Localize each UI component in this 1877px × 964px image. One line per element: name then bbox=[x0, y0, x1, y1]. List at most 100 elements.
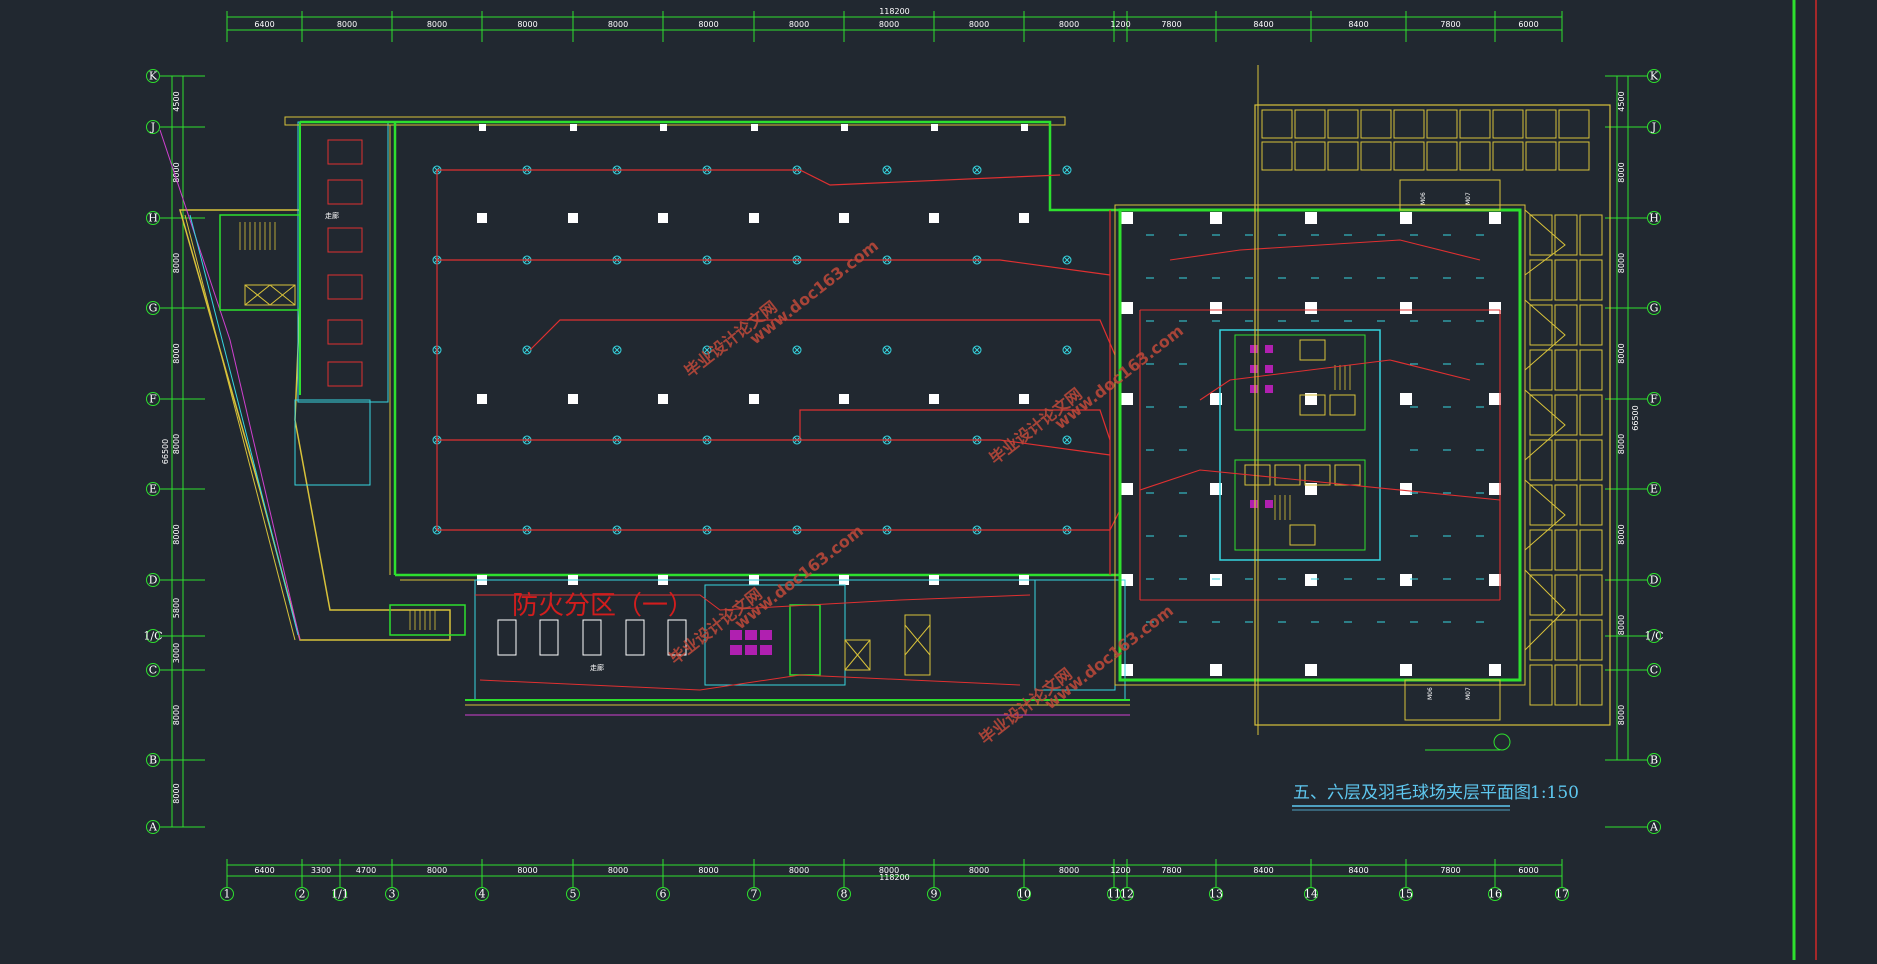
court-cell-side-8-1 bbox=[1554, 574, 1578, 616]
badminton-court-grid: M06 M07 M06 M07 bbox=[1254, 65, 1611, 751]
court-cell-top-1-6 bbox=[1459, 141, 1491, 171]
door-label-m07-bottom: M07 bbox=[1465, 687, 1472, 700]
court-cell-side-8-2 bbox=[1579, 574, 1603, 616]
court-cell-side-3-2 bbox=[1579, 349, 1603, 391]
court-cell-side-5-2 bbox=[1579, 439, 1603, 481]
court-cell-side-2-0 bbox=[1529, 304, 1553, 346]
bottom-dim-5: 8000 bbox=[608, 866, 628, 875]
axis-label-col-9: 9 bbox=[931, 888, 938, 901]
top-dim-7: 8000 bbox=[879, 20, 899, 29]
column-5-F bbox=[568, 394, 578, 404]
floor-plan-svg: 6400 8000 8000 8000 8000 8000 8000 8000 8000 8000… bbox=[143, 0, 1817, 960]
court-cell-top-0-7 bbox=[1492, 109, 1524, 139]
court-cell-top-0-4 bbox=[1393, 109, 1425, 139]
bottom-dim-1: 3300 bbox=[311, 866, 331, 875]
door-label-m07-top: M07 bbox=[1465, 192, 1472, 205]
right-total: 66500 bbox=[1631, 405, 1640, 430]
column-7-F bbox=[749, 394, 759, 404]
top-dim-15: 6000 bbox=[1518, 20, 1538, 29]
court-cell-top-0-9 bbox=[1558, 109, 1590, 139]
court-cell-top-0-5 bbox=[1426, 109, 1458, 139]
court-cell-side-5-1 bbox=[1554, 439, 1578, 481]
right-dim-2: 8000 bbox=[1617, 253, 1626, 273]
court-cell-top-1-4 bbox=[1393, 141, 1425, 171]
axis-label-row-G-right: G bbox=[1650, 302, 1659, 315]
column-e-12-H bbox=[1121, 212, 1133, 224]
axis-label-row-D-left: D bbox=[149, 574, 158, 587]
court-cell-side-0-2 bbox=[1579, 214, 1603, 256]
column-8-F bbox=[839, 394, 849, 404]
column-5-J bbox=[570, 124, 577, 131]
court-cell-side-2-2 bbox=[1579, 304, 1603, 346]
column-e-15-D bbox=[1400, 574, 1412, 586]
court-cell-top-0-0 bbox=[1261, 109, 1293, 139]
axis-label-col-8: 8 bbox=[841, 888, 848, 901]
court-cell-side-4-0 bbox=[1529, 394, 1553, 436]
court-cell-side-10-2 bbox=[1579, 664, 1603, 706]
right-dim-6: 8000 bbox=[1617, 615, 1626, 635]
axis-label-col-13: 13 bbox=[1209, 888, 1223, 901]
column-7-J bbox=[751, 124, 758, 131]
court-cell-side-10-0 bbox=[1529, 664, 1553, 706]
left-dim-2: 8000 bbox=[172, 253, 181, 273]
axis-label-col-11: 11 bbox=[1107, 888, 1121, 901]
right-dim-5: 8000 bbox=[1617, 524, 1626, 544]
column-e-13-G bbox=[1210, 302, 1222, 314]
axis-label-col-15: 15 bbox=[1399, 888, 1413, 901]
left-dim-9: 8000 bbox=[172, 783, 181, 803]
column-6-H bbox=[658, 213, 668, 223]
bottom-dim-16: 6000 bbox=[1518, 866, 1538, 875]
column-5-H bbox=[568, 213, 578, 223]
axis-label-col-10: 10 bbox=[1017, 888, 1031, 901]
column-e-16-G bbox=[1489, 302, 1501, 314]
court-cell-top-0-2 bbox=[1327, 109, 1359, 139]
top-dim-9: 8000 bbox=[1059, 20, 1079, 29]
bottom-dim-15: 7800 bbox=[1440, 866, 1460, 875]
axis-label-row-A-left: A bbox=[148, 821, 158, 834]
court-cell-top-1-0 bbox=[1261, 141, 1293, 171]
court-cell-side-9-1 bbox=[1554, 619, 1578, 661]
column-e-12-C bbox=[1121, 664, 1133, 676]
axis-label-col-6: 6 bbox=[660, 888, 667, 901]
column-e-13-C bbox=[1210, 664, 1222, 676]
bottom-total: 118200 bbox=[879, 873, 910, 882]
column-4-H bbox=[477, 213, 487, 223]
axis-label-col-17: 17 bbox=[1555, 888, 1569, 901]
column-9-H bbox=[929, 213, 939, 223]
court-cell-side-3-1 bbox=[1554, 349, 1578, 391]
left-dim-5: 8000 bbox=[172, 524, 181, 544]
court-cell-side-6-1 bbox=[1554, 484, 1578, 526]
court-cell-side-0-1 bbox=[1554, 214, 1578, 256]
axis-label-row-C-right: C bbox=[1650, 664, 1658, 677]
court-cell-top-1-2 bbox=[1327, 141, 1359, 171]
court-cell-top-0-6 bbox=[1459, 109, 1491, 139]
column-7-H bbox=[749, 213, 759, 223]
axis-label-row-D-right: D bbox=[1650, 574, 1659, 587]
dimension-lines: 6400 8000 8000 8000 8000 8000 8000 8000 8000 8000… bbox=[161, 7, 1640, 888]
column-4-F bbox=[477, 394, 487, 404]
right-dim-3: 8000 bbox=[1617, 343, 1626, 363]
axis-label-col-12: 12 bbox=[1120, 888, 1134, 901]
watermarks: 毕业设计论文网 www.doc163.com 毕业设计论文网 www.doc16… bbox=[666, 236, 1187, 748]
court-cell-side-1-2 bbox=[1579, 259, 1603, 301]
cad-drawing-canvas[interactable]: 6400 8000 8000 8000 8000 8000 8000 8000 8000 8000… bbox=[0, 0, 1877, 960]
court-cell-side-6-0 bbox=[1529, 484, 1553, 526]
drawing-scale: 1:150 bbox=[1530, 783, 1579, 803]
axis-label-col-7: 7 bbox=[751, 888, 758, 901]
top-dim-2: 8000 bbox=[427, 20, 447, 29]
axis-label-col-2: 2 bbox=[299, 888, 306, 901]
door-label-m06-bottom: M06 bbox=[1427, 687, 1434, 700]
column-e-13-H bbox=[1210, 212, 1222, 224]
left-dim-3: 8000 bbox=[172, 343, 181, 363]
axis-label-row-H-left: H bbox=[148, 212, 158, 225]
bottom-dim-10: 8000 bbox=[1059, 866, 1079, 875]
court-cell-side-6-2 bbox=[1579, 484, 1603, 526]
column-e-12-E bbox=[1121, 483, 1133, 495]
axis-label-row-K-right: K bbox=[1650, 70, 1659, 83]
court-cell-top-0-8 bbox=[1525, 109, 1557, 139]
west-wing bbox=[159, 121, 466, 641]
fire-zone-label: 防火分区（一） bbox=[512, 591, 694, 621]
watermark-url-4: www.doc163.com bbox=[1041, 601, 1177, 713]
court-cell-top-1-1 bbox=[1294, 141, 1326, 171]
column-e-15-C bbox=[1400, 664, 1412, 676]
